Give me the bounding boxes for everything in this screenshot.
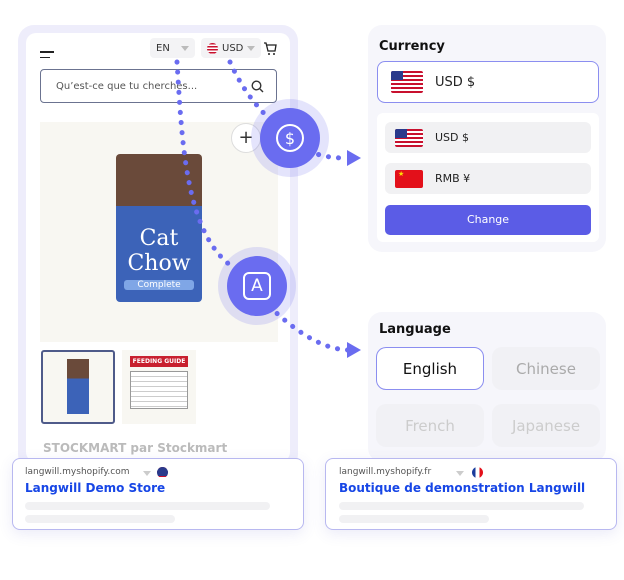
currency-icon: $: [260, 108, 320, 168]
dollar-icon: $: [276, 124, 304, 152]
chevron-down-icon: [456, 471, 464, 476]
result-domain: langwill.myshopify.fr: [339, 467, 432, 477]
search-result-en[interactable]: langwill.myshopify.com Langwill Demo Sto…: [12, 458, 304, 530]
result-title[interactable]: Boutique de demonstration Langwill: [339, 481, 585, 495]
arrow-icon: [347, 342, 361, 358]
chevron-down-icon: [143, 471, 151, 476]
language-icon: A: [227, 256, 287, 316]
fr-flag-icon: [472, 467, 483, 478]
us-flag-icon: [157, 467, 168, 478]
result-domain: langwill.myshopify.com: [25, 467, 130, 477]
arrow-icon: [347, 150, 361, 166]
search-result-fr[interactable]: langwill.myshopify.fr Boutique de demons…: [325, 458, 617, 530]
translate-icon: A: [243, 272, 271, 300]
result-title[interactable]: Langwill Demo Store: [25, 481, 165, 495]
